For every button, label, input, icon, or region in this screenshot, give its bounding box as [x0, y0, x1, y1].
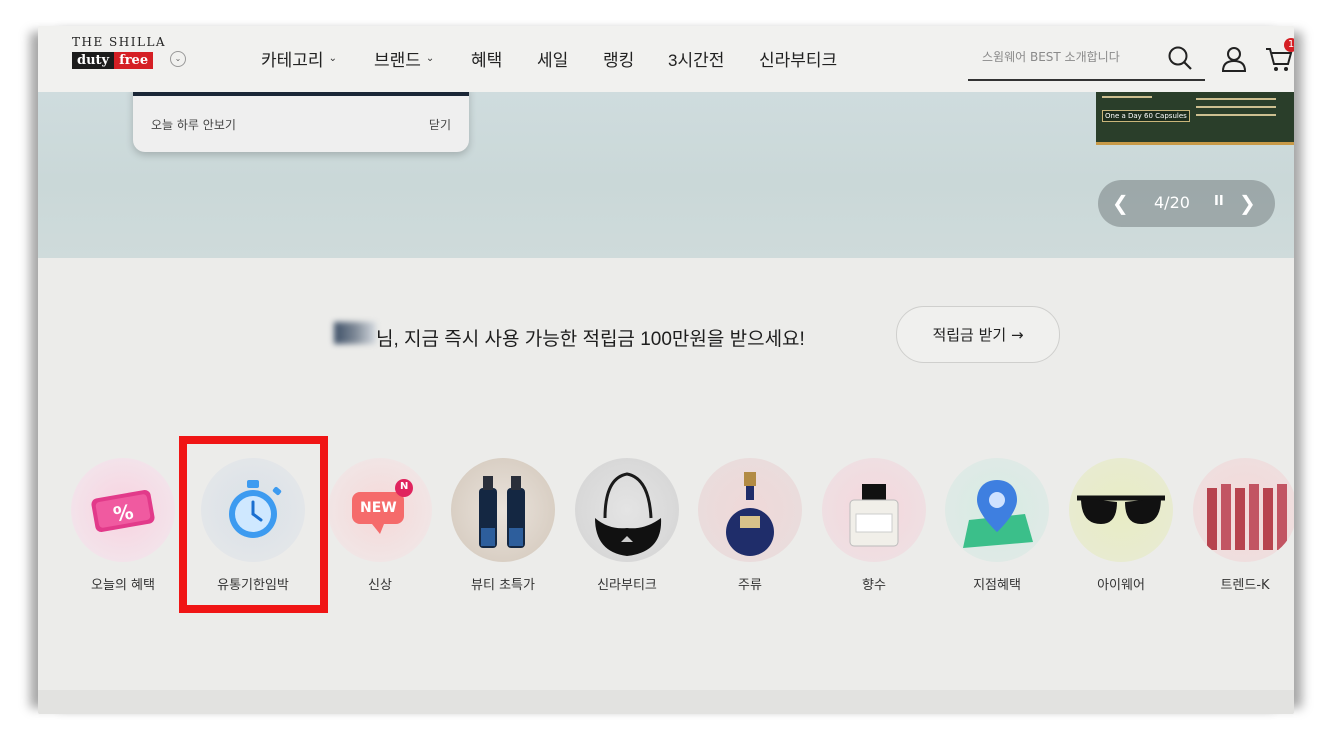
new-badge-text: NEW — [360, 500, 397, 516]
nav-benefits[interactable]: 혜택 — [471, 46, 537, 71]
logo-wordmark: THE SHILLA — [72, 35, 167, 49]
nav-label: 신라부티크 — [759, 51, 838, 70]
hero-banner[interactable]: 오늘 하루 안보기 닫기 One a Day 60 Capsules ❮ 4/2… — [38, 86, 1294, 258]
coupon-icon: % — [71, 458, 175, 562]
get-points-button[interactable]: 적립금 받기 → — [896, 306, 1060, 363]
category-item-perfume[interactable]: 향수 — [819, 458, 929, 593]
chevron-down-icon: ⌄ — [328, 53, 337, 64]
label-line — [1196, 106, 1276, 108]
logo-free: free — [114, 52, 154, 69]
main-nav: 카테고리 ⌄ 브랜드 ⌄ 혜택 세일 랭킹 3시간전 신라부티크 — [261, 46, 849, 71]
cart-count-badge: 1 — [1284, 38, 1294, 52]
popup-layer: 오늘 하루 안보기 닫기 — [133, 86, 469, 152]
search-icon[interactable] — [1166, 44, 1194, 76]
user-icon[interactable] — [1221, 46, 1247, 76]
category-item-beauty-deal[interactable]: 뷰티 초특가 — [448, 458, 558, 593]
nav-label: 혜택 — [471, 51, 503, 70]
category-item-new[interactable]: NEW N 신상 — [325, 458, 435, 593]
category-label: 오늘의 혜택 — [91, 578, 155, 593]
perfume-image — [822, 458, 926, 562]
sunglasses-image — [1069, 458, 1173, 562]
category-item-liquor[interactable]: 주류 — [695, 458, 805, 593]
pause-icon[interactable]: II — [1214, 194, 1224, 209]
search-placeholder: 스윔웨어 BEST 소개합니다 — [982, 50, 1120, 64]
category-item-today-benefit[interactable]: % 오늘의 혜택 — [68, 458, 178, 593]
banner-pager: ❮ 4/20 II ❯ — [1098, 180, 1275, 227]
section-divider — [38, 690, 1294, 714]
category-item-store-benefit[interactable]: 지점혜택 — [942, 458, 1052, 593]
category-label: 뷰티 초특가 — [471, 578, 535, 593]
nav-label: 랭킹 — [603, 51, 635, 70]
search-input[interactable]: 스윔웨어 BEST 소개합니다 — [968, 44, 1205, 81]
nav-brand[interactable]: 브랜드 ⌄ — [374, 46, 471, 71]
nav-label: 카테고리 — [261, 51, 324, 70]
chevron-down-icon: ⌄ — [425, 53, 435, 64]
chevron-down-icon[interactable]: ⌄ — [170, 51, 186, 67]
banner-product-image: One a Day 60 Capsules — [1096, 92, 1294, 145]
category-label: 트렌드-K — [1220, 578, 1270, 593]
masked-username — [334, 322, 376, 344]
highlight-box — [179, 436, 328, 613]
points-promo: 님, 지금 즉시 사용 가능한 적립금 100만원을 받으세요! 적립금 받기 … — [38, 306, 1294, 366]
shilla-logo[interactable]: THE SHILLA duty free — [72, 36, 166, 69]
category-item-shilla-boutique[interactable]: 신라부티크 — [572, 458, 682, 593]
product-badge: One a Day 60 Capsules — [1102, 110, 1190, 122]
prev-arrow-icon[interactable]: ❮ — [1112, 191, 1129, 215]
new-badge-letter: N — [400, 481, 409, 492]
new-badge-icon: NEW N — [328, 458, 432, 562]
nav-label: 세일 — [537, 51, 569, 70]
map-pin-icon — [945, 458, 1049, 562]
serum-bottles-image — [451, 458, 555, 562]
lipstick-image — [1193, 458, 1294, 562]
dismiss-today-link[interactable]: 오늘 하루 안보기 — [151, 116, 236, 133]
category-label: 신라부티크 — [597, 578, 657, 593]
nav-ranking[interactable]: 랭킹 — [603, 46, 668, 71]
category-item-trend-k[interactable]: 트렌드-K — [1190, 458, 1294, 593]
label-line — [1196, 114, 1276, 116]
site-header: THE SHILLA duty free ⌄ 카테고리 ⌄ 브랜드 ⌄ 혜택 세일 … — [38, 26, 1294, 92]
nav-3hours[interactable]: 3시간전 — [668, 46, 759, 71]
label-line — [1102, 96, 1152, 98]
label-line — [1196, 98, 1276, 100]
category-label: 향수 — [862, 578, 886, 593]
category-item-eyewear[interactable]: 아이웨어 — [1066, 458, 1176, 593]
points-message: 님, 지금 즉시 사용 가능한 적립금 100만원을 받으세요! — [376, 329, 805, 350]
category-label: 지점혜택 — [973, 578, 1021, 593]
nav-label: 3시간전 — [668, 51, 725, 70]
browser-viewport: THE SHILLA duty free ⌄ 카테고리 ⌄ 브랜드 ⌄ 혜택 세일 … — [38, 26, 1294, 714]
next-arrow-icon[interactable]: ❯ — [1239, 191, 1256, 215]
handbag-image — [575, 458, 679, 562]
popup-close-link[interactable]: 닫기 — [429, 116, 451, 133]
liquor-bottle-image — [698, 458, 802, 562]
svg-text:%: % — [111, 499, 135, 526]
nav-sale[interactable]: 세일 — [537, 46, 603, 71]
category-label: 신상 — [368, 578, 392, 593]
nav-label: 브랜드 — [374, 51, 421, 70]
nav-category[interactable]: 카테고리 ⌄ — [261, 46, 374, 71]
category-label: 아이웨어 — [1097, 578, 1145, 593]
nav-shilla-boutique[interactable]: 신라부티크 — [759, 46, 849, 71]
logo-duty: duty — [72, 52, 115, 69]
pager-count: 4/20 — [1154, 193, 1190, 212]
category-label: 주류 — [738, 578, 762, 593]
